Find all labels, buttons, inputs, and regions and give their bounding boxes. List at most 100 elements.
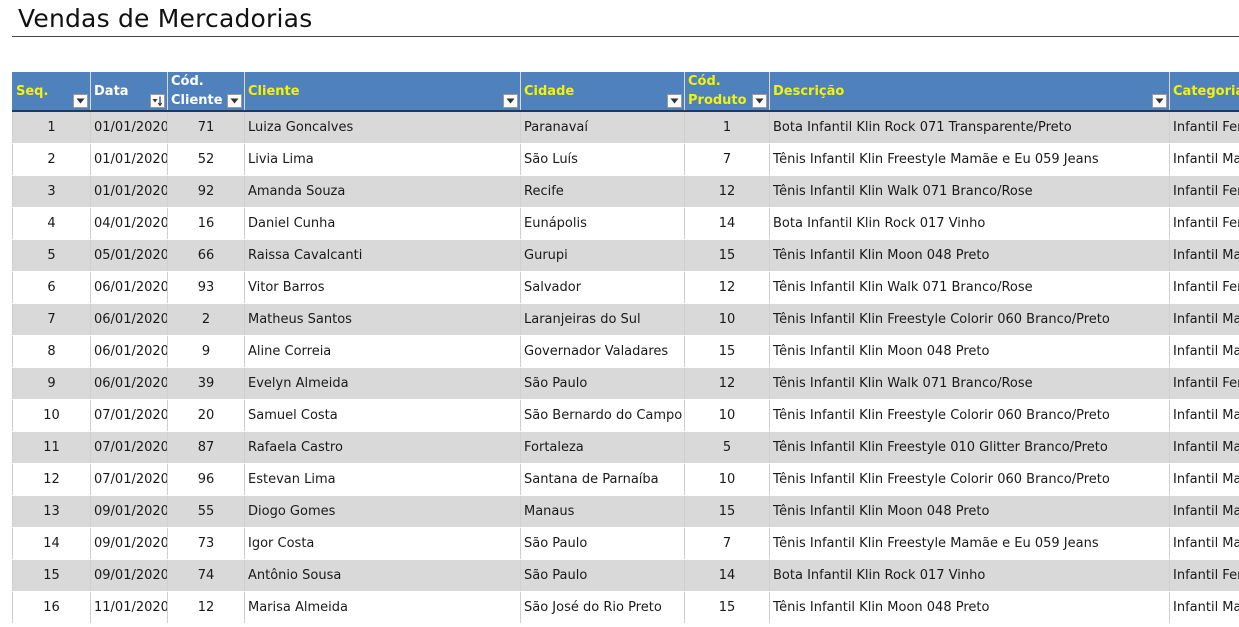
cell-data[interactable]: 01/01/2020 xyxy=(90,143,168,176)
cell-data[interactable]: 01/01/2020 xyxy=(90,111,168,144)
cell-cidade[interactable]: São Paulo xyxy=(520,527,685,560)
filter-dropdown-icon[interactable] xyxy=(752,94,767,108)
cell-data[interactable]: 05/01/2020 xyxy=(90,239,168,272)
cell-cliente[interactable]: Daniel Cunha xyxy=(244,207,521,240)
cell-cod-produto[interactable]: 12 xyxy=(684,175,770,208)
cell-seq[interactable]: 4 xyxy=(12,207,91,240)
cell-descricao[interactable]: Tênis Infantil Klin Moon 048 Preto xyxy=(769,495,1170,528)
cell-categoria[interactable]: Infantil Ma xyxy=(1169,431,1239,464)
cell-cod-cliente[interactable]: 2 xyxy=(167,303,245,336)
cell-cidade[interactable]: Santana de Parnaíba xyxy=(520,463,685,496)
cell-descricao[interactable]: Tênis Infantil Klin Freestyle Colorir 06… xyxy=(769,463,1170,496)
cell-cidade[interactable]: São Luís xyxy=(520,143,685,176)
cell-cidade[interactable]: São José do Rio Preto xyxy=(520,591,685,624)
cell-cidade[interactable]: Manaus xyxy=(520,495,685,528)
cell-cod-produto[interactable]: 14 xyxy=(684,207,770,240)
cell-cidade[interactable]: São Bernardo do Campo xyxy=(520,399,685,432)
column-header-cod-produto[interactable]: Cód. Produto xyxy=(684,71,770,112)
cell-cliente[interactable]: Raissa Cavalcanti xyxy=(244,239,521,272)
cell-descricao[interactable]: Bota Infantil Klin Rock 017 Vinho xyxy=(769,559,1170,592)
cell-categoria[interactable]: Infantil Ma xyxy=(1169,399,1239,432)
cell-seq[interactable]: 10 xyxy=(12,399,91,432)
cell-descricao[interactable]: Tênis Infantil Klin Freestyle Mamãe e Eu… xyxy=(769,527,1170,560)
cell-descricao[interactable]: Tênis Infantil Klin Walk 071 Branco/Rose xyxy=(769,271,1170,304)
cell-descricao[interactable]: Tênis Infantil Klin Walk 071 Branco/Rose xyxy=(769,367,1170,400)
column-header-data[interactable]: Data xyxy=(90,71,168,112)
cell-categoria[interactable]: Infantil Fer xyxy=(1169,559,1239,592)
cell-cod-cliente[interactable]: 74 xyxy=(167,559,245,592)
cell-seq[interactable]: 1 xyxy=(12,111,91,144)
cell-data[interactable]: 06/01/2020 xyxy=(90,335,168,368)
cell-cod-produto[interactable]: 15 xyxy=(684,591,770,624)
cell-cliente[interactable]: Vitor Barros xyxy=(244,271,521,304)
cell-cod-cliente[interactable]: 96 xyxy=(167,463,245,496)
cell-cod-cliente[interactable]: 16 xyxy=(167,207,245,240)
cell-descricao[interactable]: Tênis Infantil Klin Freestyle 010 Glitte… xyxy=(769,431,1170,464)
cell-cod-produto[interactable]: 15 xyxy=(684,335,770,368)
cell-cod-cliente[interactable]: 87 xyxy=(167,431,245,464)
cell-cliente[interactable]: Aline Correia xyxy=(244,335,521,368)
cell-categoria[interactable]: Infantil Fer xyxy=(1169,271,1239,304)
cell-descricao[interactable]: Tênis Infantil Klin Moon 048 Preto xyxy=(769,239,1170,272)
cell-cod-cliente[interactable]: 73 xyxy=(167,527,245,560)
column-header-cidade[interactable]: Cidade xyxy=(520,71,685,112)
cell-cod-produto[interactable]: 10 xyxy=(684,303,770,336)
filter-sort-ascending-icon[interactable] xyxy=(150,94,165,108)
cell-categoria[interactable]: Infantil Ma xyxy=(1169,335,1239,368)
cell-categoria[interactable]: Infantil Fer xyxy=(1169,175,1239,208)
cell-cod-cliente[interactable]: 92 xyxy=(167,175,245,208)
cell-categoria[interactable]: Infantil Ma xyxy=(1169,303,1239,336)
cell-data[interactable]: 09/01/2020 xyxy=(90,527,168,560)
column-header-cod-cliente[interactable]: Cód. Cliente xyxy=(167,71,245,112)
cell-categoria[interactable]: Infantil Ma xyxy=(1169,591,1239,624)
cell-cliente[interactable]: Igor Costa xyxy=(244,527,521,560)
cell-seq[interactable]: 14 xyxy=(12,527,91,560)
cell-seq[interactable]: 5 xyxy=(12,239,91,272)
column-header-descricao[interactable]: Descrição xyxy=(769,71,1170,112)
cell-cod-cliente[interactable]: 20 xyxy=(167,399,245,432)
cell-cliente[interactable]: Diogo Gomes xyxy=(244,495,521,528)
cell-cod-produto[interactable]: 7 xyxy=(684,143,770,176)
cell-data[interactable]: 06/01/2020 xyxy=(90,271,168,304)
cell-descricao[interactable]: Bota Infantil Klin Rock 017 Vinho xyxy=(769,207,1170,240)
cell-seq[interactable]: 8 xyxy=(12,335,91,368)
cell-seq[interactable]: 13 xyxy=(12,495,91,528)
cell-cidade[interactable]: Salvador xyxy=(520,271,685,304)
cell-seq[interactable]: 7 xyxy=(12,303,91,336)
cell-cliente[interactable]: Luiza Goncalves xyxy=(244,111,521,144)
cell-data[interactable]: 09/01/2020 xyxy=(90,559,168,592)
cell-cidade[interactable]: Laranjeiras do Sul xyxy=(520,303,685,336)
cell-seq[interactable]: 3 xyxy=(12,175,91,208)
cell-cod-produto[interactable]: 15 xyxy=(684,495,770,528)
cell-descricao[interactable]: Tênis Infantil Klin Freestyle Colorir 06… xyxy=(769,303,1170,336)
cell-cod-produto[interactable]: 14 xyxy=(684,559,770,592)
cell-cliente[interactable]: Matheus Santos xyxy=(244,303,521,336)
cell-cidade[interactable]: Recife xyxy=(520,175,685,208)
filter-dropdown-icon[interactable] xyxy=(503,94,518,108)
cell-descricao[interactable]: Tênis Infantil Klin Walk 071 Branco/Rose xyxy=(769,175,1170,208)
cell-cod-cliente[interactable]: 12 xyxy=(167,591,245,624)
filter-dropdown-icon[interactable] xyxy=(667,94,682,108)
cell-cidade[interactable]: Gurupi xyxy=(520,239,685,272)
cell-cliente[interactable]: Estevan Lima xyxy=(244,463,521,496)
cell-descricao[interactable]: Tênis Infantil Klin Moon 048 Preto xyxy=(769,591,1170,624)
cell-categoria[interactable]: Infantil Ma xyxy=(1169,463,1239,496)
cell-cliente[interactable]: Evelyn Almeida xyxy=(244,367,521,400)
cell-cod-produto[interactable]: 5 xyxy=(684,431,770,464)
column-header-categoria[interactable]: Categoria xyxy=(1169,71,1239,112)
cell-data[interactable]: 06/01/2020 xyxy=(90,303,168,336)
cell-cod-produto[interactable]: 12 xyxy=(684,367,770,400)
cell-cliente[interactable]: Livia Lima xyxy=(244,143,521,176)
cell-cliente[interactable]: Marisa Almeida xyxy=(244,591,521,624)
cell-cod-cliente[interactable]: 66 xyxy=(167,239,245,272)
cell-cod-cliente[interactable]: 71 xyxy=(167,111,245,144)
cell-cidade[interactable]: Governador Valadares xyxy=(520,335,685,368)
cell-cidade[interactable]: São Paulo xyxy=(520,367,685,400)
cell-cidade[interactable]: São Paulo xyxy=(520,559,685,592)
cell-categoria[interactable]: Infantil Ma xyxy=(1169,495,1239,528)
cell-cod-produto[interactable]: 1 xyxy=(684,111,770,144)
cell-seq[interactable]: 16 xyxy=(12,591,91,624)
cell-seq[interactable]: 15 xyxy=(12,559,91,592)
cell-seq[interactable]: 2 xyxy=(12,143,91,176)
cell-categoria[interactable]: Infantil Fer xyxy=(1169,207,1239,240)
